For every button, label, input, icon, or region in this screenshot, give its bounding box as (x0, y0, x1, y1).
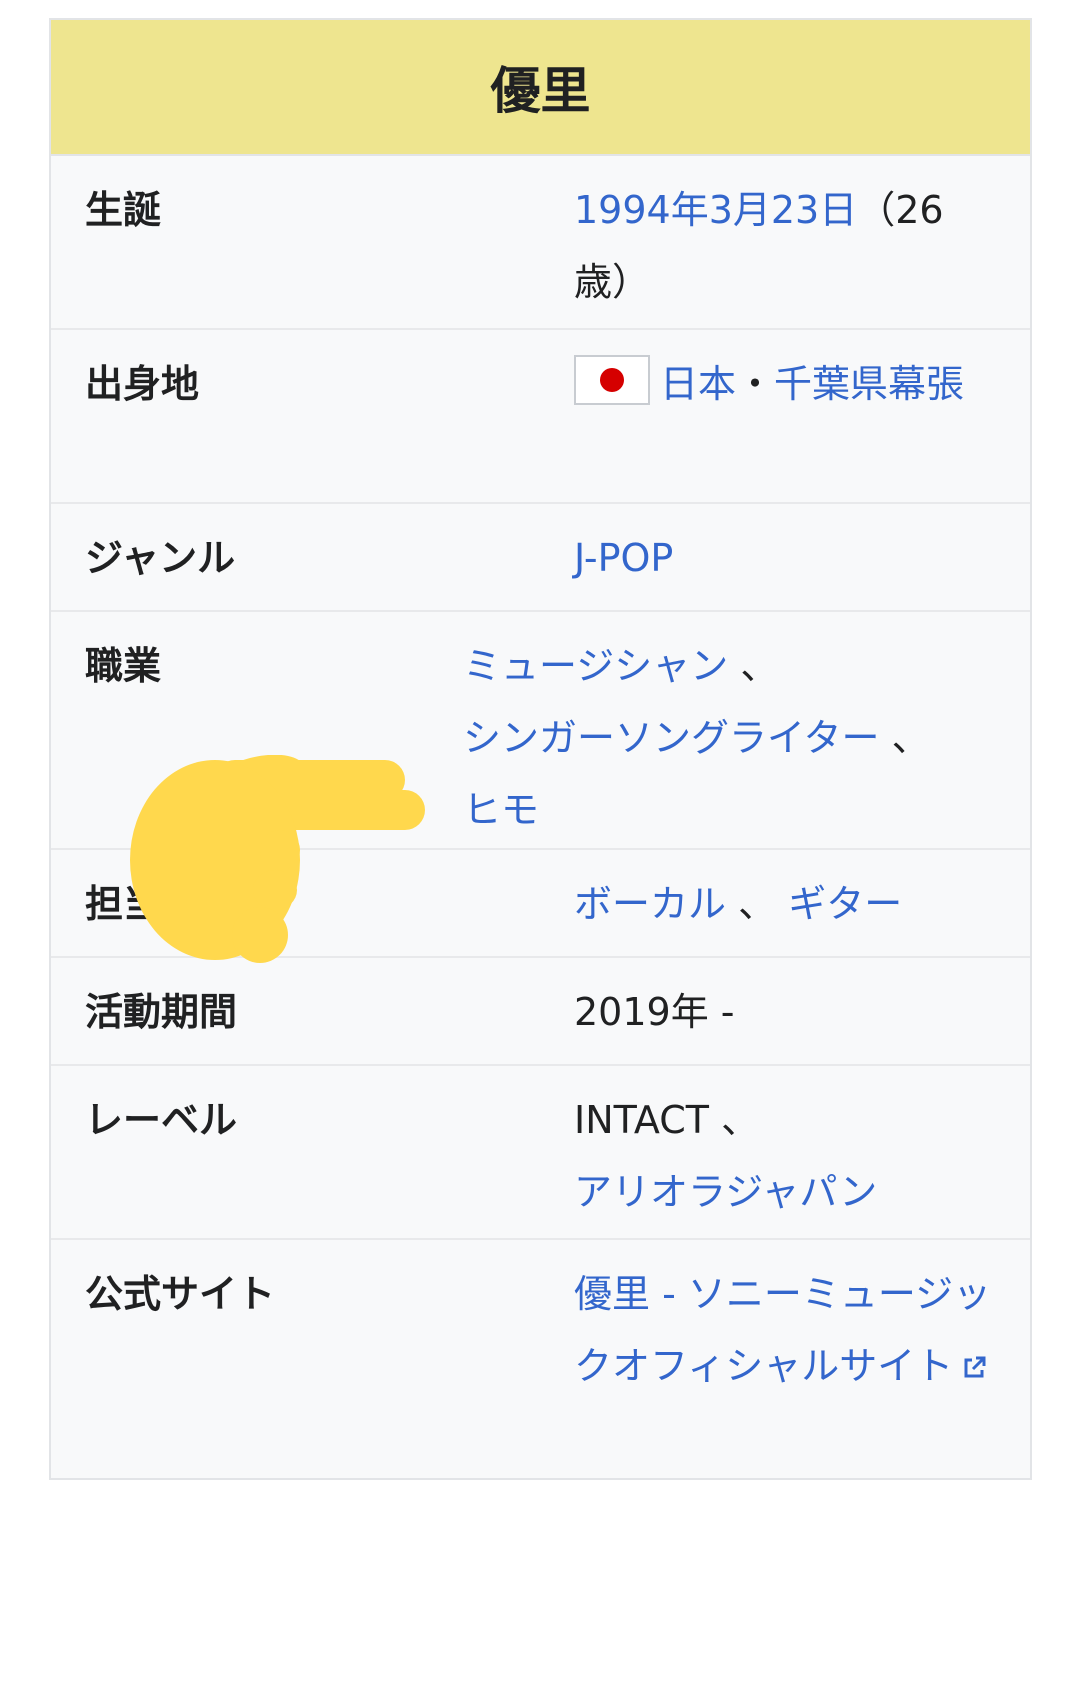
value-active-period: 2019年 - (574, 990, 735, 1034)
row-active-period: 活動期間 2019年 - (51, 958, 1030, 1066)
separator-dot: ・ (736, 362, 775, 406)
external-link-icon (964, 1356, 986, 1378)
label-instrument: 担当楽器 (85, 882, 238, 926)
official-site-text: 優里 - ソニーミュージックオフィシャルサイト (574, 1272, 992, 1388)
label-occupation: 職業 (85, 644, 162, 688)
comma: 、 (891, 716, 930, 760)
label-genre: ジャンル (85, 536, 236, 580)
instrument-link-guitar[interactable]: ギター (788, 882, 902, 926)
comma: 、 (721, 1098, 760, 1142)
value-record-label: INTACT 、 アリオラジャパン (574, 1084, 1000, 1228)
row-official-site: 公式サイト 優里 - ソニーミュージックオフィシャルサイト (51, 1240, 1030, 1478)
japan-flag-icon[interactable] (574, 355, 650, 405)
label-official-site: 公式サイト (85, 1272, 276, 1316)
job-link-musician[interactable]: ミュージシャン (463, 644, 728, 688)
country-link[interactable]: 日本 (660, 362, 736, 406)
label-birthplace: 出身地 (85, 362, 200, 406)
comma: 、 (738, 882, 777, 926)
value-occupation: ミュージシャン 、 シンガーソングライター 、 ヒモ (463, 630, 1000, 846)
label-link-ariola[interactable]: アリオラジャパン (574, 1170, 877, 1214)
row-birth: 生誕 1994年3月23日（26歳） (51, 156, 1030, 330)
row-instrument: 担当楽器 ボーカル 、 ギター (51, 850, 1030, 958)
value-genre: J-POP (574, 522, 1000, 594)
official-site-link[interactable]: 優里 - ソニーミュージックオフィシャルサイト (574, 1272, 991, 1388)
row-label: レーベル INTACT 、 アリオラジャパン (51, 1066, 1030, 1240)
row-genre: ジャンル J-POP (51, 504, 1030, 612)
label-text-intact: INTACT (574, 1098, 709, 1142)
infobox: 優里 生誕 1994年3月23日（26歳） 出身地 日本・千葉県幕張 ジャンル … (49, 18, 1032, 1480)
row-occupation: 職業 ミュージシャン 、 シンガーソングライター 、 ヒモ (51, 612, 1030, 850)
label-record-label: レーベル (85, 1098, 238, 1142)
place-link[interactable]: 千葉県幕張 (774, 362, 964, 406)
job-link-singer-songwriter[interactable]: シンガーソングライター (463, 716, 879, 760)
row-birthplace: 出身地 日本・千葉県幕張 (51, 330, 1030, 504)
value-birthplace: 日本・千葉県幕張 (574, 348, 1000, 420)
value-instrument: ボーカル 、 ギター (574, 868, 1000, 940)
label-birth: 生誕 (85, 188, 162, 232)
comma: 、 (740, 644, 779, 688)
job-link-himo[interactable]: ヒモ (463, 788, 539, 832)
infobox-title: 優里 (51, 20, 1030, 156)
birthdate-link[interactable]: 1994年3月23日 (574, 188, 857, 232)
genre-link[interactable]: J-POP (574, 536, 673, 580)
label-active-period: 活動期間 (85, 990, 238, 1034)
instrument-link-vocal[interactable]: ボーカル (574, 882, 726, 926)
value-official-site: 優里 - ソニーミュージックオフィシャルサイト (574, 1258, 1000, 1402)
value-birth: 1994年3月23日（26歳） (574, 174, 1000, 318)
